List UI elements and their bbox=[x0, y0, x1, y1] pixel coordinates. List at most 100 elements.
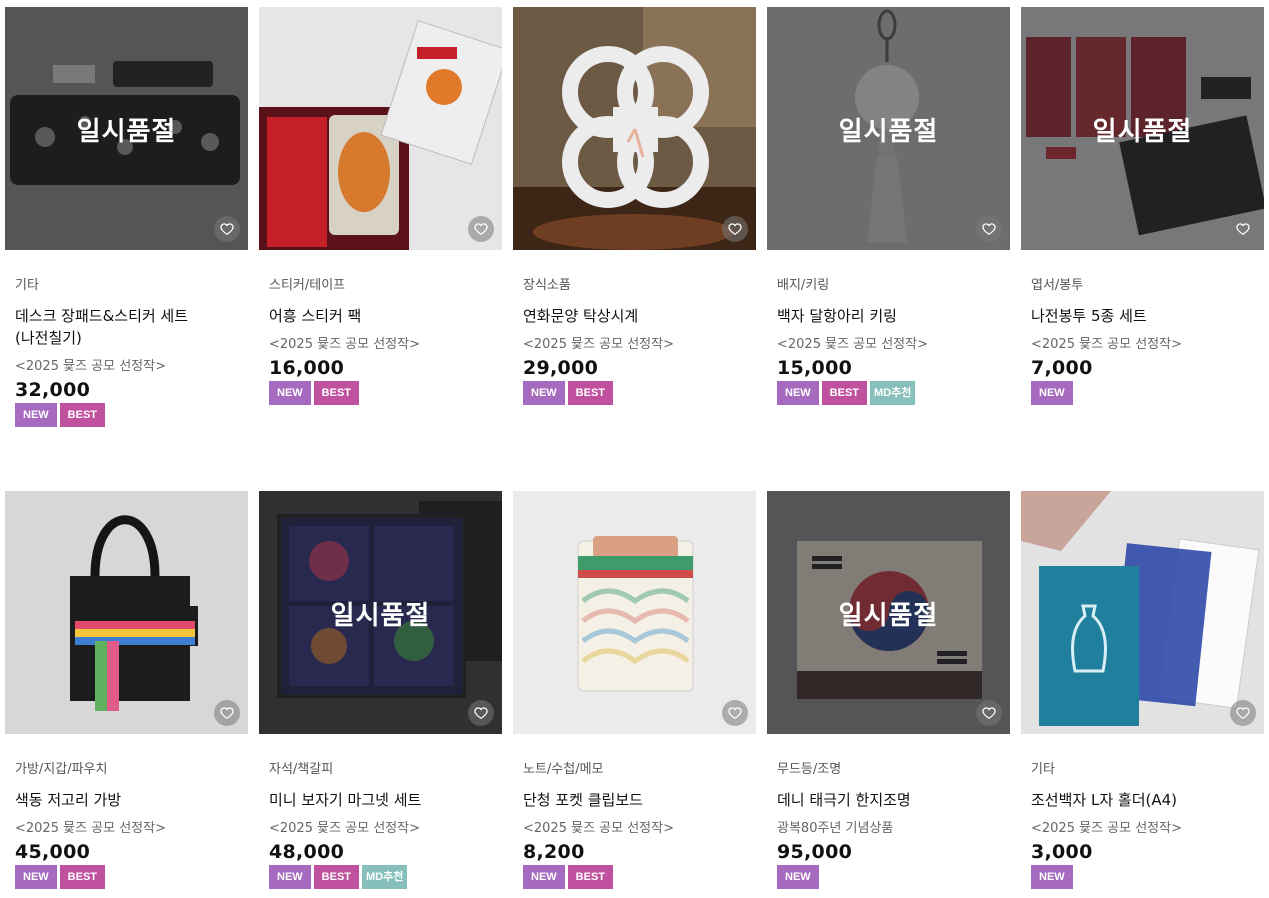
badge-new: NEW bbox=[15, 865, 57, 889]
soldout-label: 일시품절 bbox=[838, 601, 939, 631]
product-name[interactable]: 단청 포켓 클립보드 bbox=[523, 789, 750, 811]
badge-best: BEST bbox=[59, 865, 106, 889]
product-subtitle: 광복80주년 기념상품 bbox=[777, 821, 894, 836]
soldout-overlay: 일시품절 bbox=[1021, 7, 1264, 250]
product-name-line1: 미니 보자기 마그넷 세트 bbox=[269, 791, 422, 809]
wishlist-heart-icon[interactable] bbox=[976, 216, 1002, 242]
product-subtitle: <2025 뮻즈 공모 선정작> bbox=[269, 821, 420, 836]
product-image[interactable] bbox=[259, 7, 502, 250]
product-name-line2: (나전칠기) bbox=[15, 329, 82, 347]
badge-list: NEW BEST bbox=[523, 865, 750, 889]
badge-new: NEW bbox=[777, 381, 819, 405]
product-category: 엽서/봉투 bbox=[1031, 278, 1084, 293]
product-price: 15,000 bbox=[777, 357, 853, 379]
tiger-sticker-image bbox=[259, 7, 502, 250]
product-price: 7,000 bbox=[1031, 357, 1093, 379]
wishlist-heart-icon[interactable] bbox=[468, 216, 494, 242]
product-card[interactable]: 일시품절 엽서/봉투 나전봉투 5종 세트 <2025 뮻즈 공모 선정작> 7… bbox=[1021, 7, 1264, 405]
product-subtitle: <2025 뮻즈 공모 선정작> bbox=[15, 821, 166, 836]
wishlist-heart-icon[interactable] bbox=[1230, 216, 1256, 242]
product-image[interactable]: 일시품절 bbox=[1021, 7, 1264, 250]
product-name[interactable]: 미니 보자기 마그넷 세트 bbox=[269, 789, 496, 811]
soldout-overlay: 일시품절 bbox=[767, 491, 1010, 734]
product-image[interactable] bbox=[1021, 491, 1264, 734]
product-card[interactable]: 일시품절 배지/키링 백자 달항아리 키링 <2025 뮻즈 공모 선정작> 1… bbox=[767, 7, 1010, 405]
wishlist-heart-icon[interactable] bbox=[722, 216, 748, 242]
wishlist-heart-icon[interactable] bbox=[722, 700, 748, 726]
product-price: 8,200 bbox=[523, 841, 585, 863]
badge-best: BEST bbox=[821, 381, 868, 405]
dancheong-clipboard-image bbox=[513, 491, 756, 734]
product-subtitle: <2025 뮻즈 공모 선정작> bbox=[15, 359, 166, 374]
product-name[interactable]: 데스크 장패드&스티커 세트 (나전칠기) bbox=[15, 305, 242, 349]
badge-list: NEW BEST bbox=[15, 865, 242, 889]
product-category: 장식소품 bbox=[523, 278, 571, 293]
product-image[interactable]: 일시품절 bbox=[767, 491, 1010, 734]
badge-new: NEW bbox=[523, 865, 565, 889]
product-subtitle: <2025 뮻즈 공모 선정작> bbox=[523, 821, 674, 836]
product-name[interactable]: 색동 저고리 가방 bbox=[15, 789, 242, 811]
product-price: 95,000 bbox=[777, 841, 853, 863]
product-card[interactable]: 일시품절 기타 데스크 장패드&스티커 세트 (나전칠기) <2025 뮻즈 공… bbox=[5, 7, 248, 427]
badge-best: BEST bbox=[313, 381, 360, 405]
badge-new: NEW bbox=[269, 865, 311, 889]
product-card[interactable]: 장식소품 연화문양 탁상시계 <2025 뮻즈 공모 선정작> 29,000 N… bbox=[513, 7, 756, 405]
product-image[interactable] bbox=[513, 7, 756, 250]
product-subtitle: <2025 뮻즈 공모 선정작> bbox=[269, 337, 420, 352]
wishlist-heart-icon[interactable] bbox=[1230, 700, 1256, 726]
product-category: 배지/키링 bbox=[777, 278, 830, 293]
product-name-line1: 연화문양 탁상시계 bbox=[523, 307, 639, 325]
product-subtitle: <2025 뮻즈 공모 선정작> bbox=[1031, 821, 1182, 836]
badge-list: NEW BEST MD추천 bbox=[269, 865, 496, 889]
product-card[interactable]: 기타 조선백자 L자 홀더(A4) <2025 뮻즈 공모 선정작> 3,000… bbox=[1021, 491, 1264, 889]
lfolder-image bbox=[1021, 491, 1264, 734]
wishlist-heart-icon[interactable] bbox=[214, 216, 240, 242]
wishlist-heart-icon[interactable] bbox=[214, 700, 240, 726]
product-image[interactable]: 일시품절 bbox=[259, 491, 502, 734]
product-name-line1: 조선백자 L자 홀더(A4) bbox=[1031, 791, 1178, 809]
product-category: 기타 bbox=[1031, 762, 1055, 777]
product-category: 자석/책갈피 bbox=[269, 762, 334, 777]
product-price: 32,000 bbox=[15, 379, 91, 401]
wishlist-heart-icon[interactable] bbox=[976, 700, 1002, 726]
product-price: 3,000 bbox=[1031, 841, 1093, 863]
soldout-overlay: 일시품절 bbox=[259, 491, 502, 734]
product-name-line1: 색동 저고리 가방 bbox=[15, 791, 122, 809]
soldout-label: 일시품절 bbox=[330, 601, 431, 631]
product-subtitle: <2025 뮻즈 공모 선정작> bbox=[523, 337, 674, 352]
product-image[interactable]: 일시품절 bbox=[5, 7, 248, 250]
product-category: 스티커/테이프 bbox=[269, 278, 346, 293]
product-category: 기타 bbox=[15, 278, 39, 293]
product-name[interactable]: 조선백자 L자 홀더(A4) bbox=[1031, 789, 1258, 811]
badge-new: NEW bbox=[777, 865, 819, 889]
badge-new: NEW bbox=[1031, 381, 1073, 405]
product-name[interactable]: 백자 달항아리 키링 bbox=[777, 305, 1004, 327]
product-card[interactable]: 노트/수첩/메모 단청 포켓 클립보드 <2025 뮻즈 공모 선정작> 8,2… bbox=[513, 491, 756, 889]
product-category: 무드등/조명 bbox=[777, 762, 842, 777]
product-name-line1: 나전봉투 5종 세트 bbox=[1031, 307, 1147, 325]
product-name[interactable]: 데니 태극기 한지조명 bbox=[777, 789, 1004, 811]
product-name-line1: 어흥 스티커 팩 bbox=[269, 307, 362, 325]
badge-new: NEW bbox=[269, 381, 311, 405]
product-name[interactable]: 나전봉투 5종 세트 bbox=[1031, 305, 1258, 327]
badge-list: NEW BEST bbox=[523, 381, 750, 405]
product-card[interactable]: 가방/지갑/파우치 색동 저고리 가방 <2025 뮻즈 공모 선정작> 45,… bbox=[5, 491, 248, 889]
product-card[interactable]: 일시품절 자석/책갈피 미니 보자기 마그넷 세트 <2025 뮻즈 공모 선정… bbox=[259, 491, 502, 889]
wishlist-heart-icon[interactable] bbox=[468, 700, 494, 726]
product-name-line1: 데니 태극기 한지조명 bbox=[777, 791, 911, 809]
badge-new: NEW bbox=[523, 381, 565, 405]
badge-best: BEST bbox=[59, 403, 106, 427]
product-image[interactable]: 일시품절 bbox=[767, 7, 1010, 250]
product-image[interactable] bbox=[513, 491, 756, 734]
badge-list: NEW BEST bbox=[269, 381, 496, 405]
product-image[interactable] bbox=[5, 491, 248, 734]
product-card[interactable]: 스티커/테이프 어흥 스티커 팩 <2025 뮻즈 공모 선정작> 16,000… bbox=[259, 7, 502, 405]
soldout-label: 일시품절 bbox=[838, 117, 939, 147]
product-category: 가방/지갑/파우치 bbox=[15, 762, 108, 777]
badge-list: NEW bbox=[777, 865, 1004, 889]
product-card[interactable]: 일시품절 무드등/조명 데니 태극기 한지조명 광복80주년 기념상품 95,0… bbox=[767, 491, 1010, 889]
badge-md-pick: MD추천 bbox=[362, 865, 408, 889]
product-name[interactable]: 어흥 스티커 팩 bbox=[269, 305, 496, 327]
product-subtitle: <2025 뮻즈 공모 선정작> bbox=[777, 337, 928, 352]
product-name[interactable]: 연화문양 탁상시계 bbox=[523, 305, 750, 327]
